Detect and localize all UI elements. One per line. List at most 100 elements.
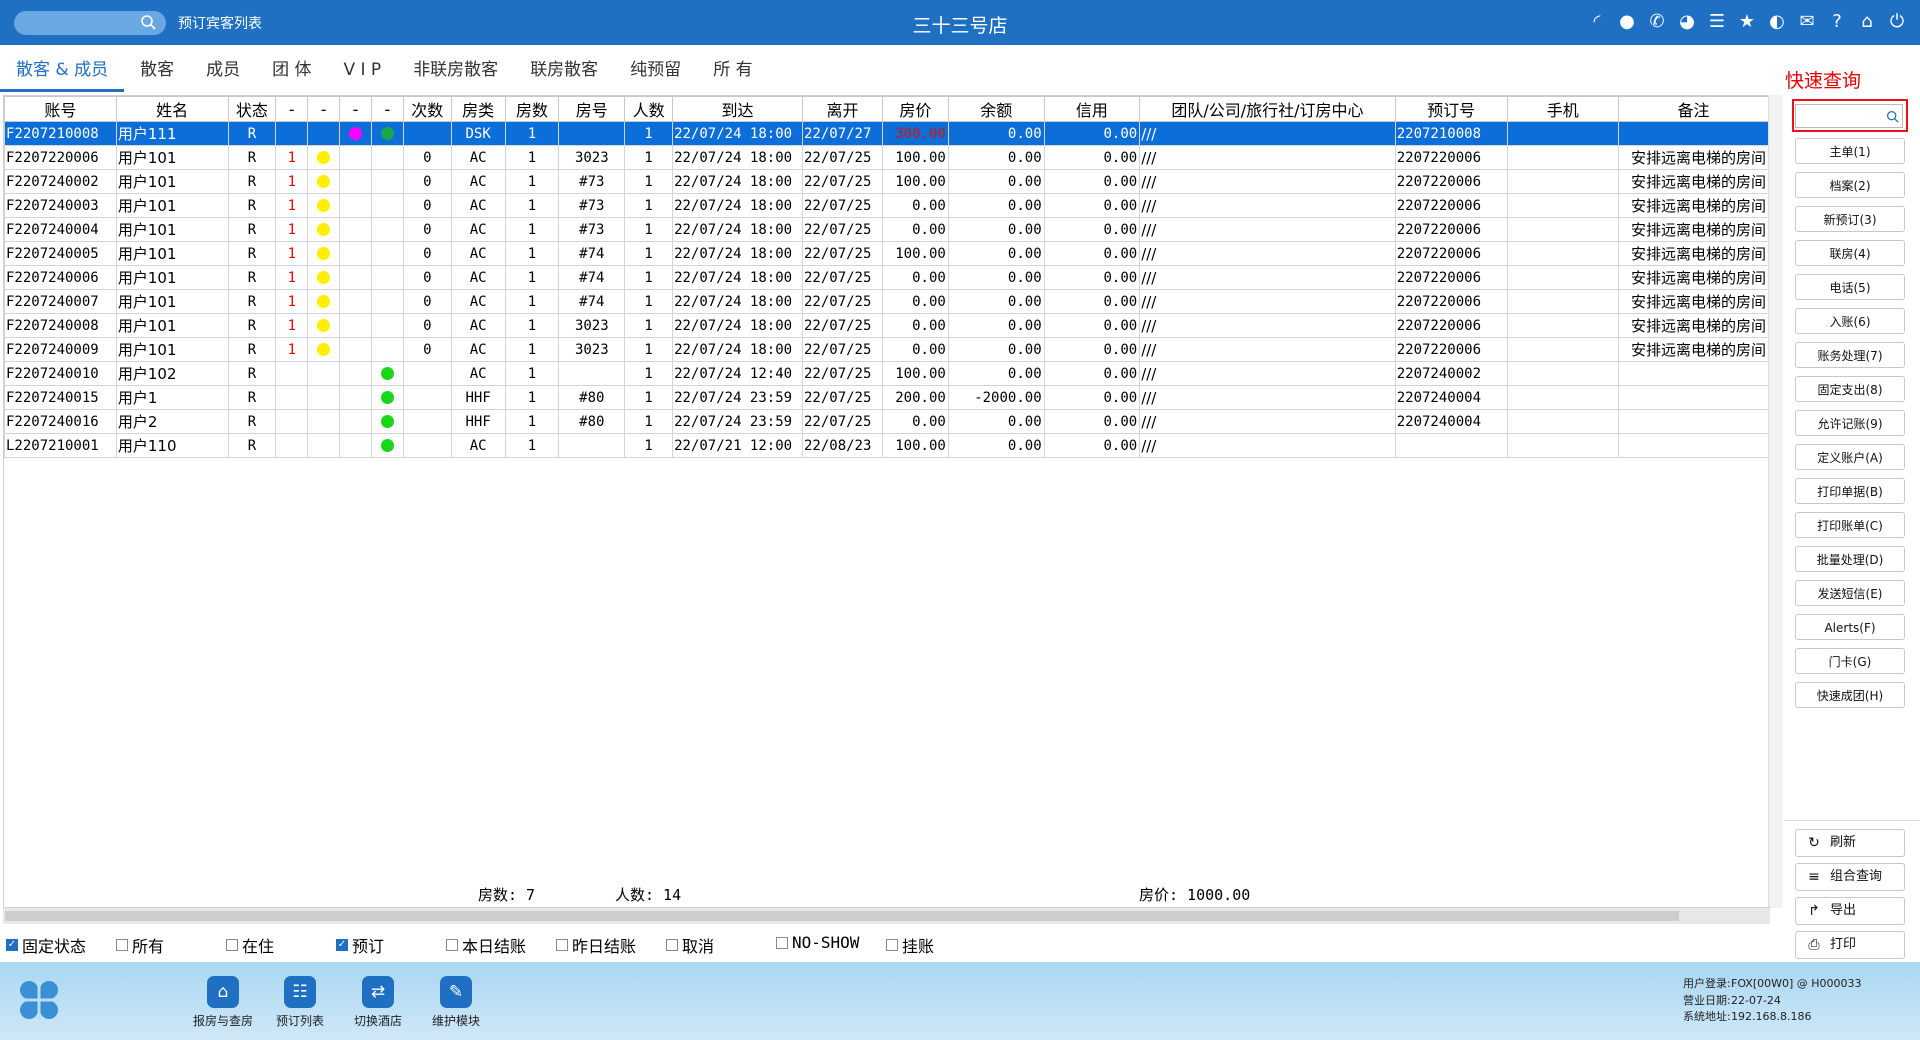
- table-row[interactable]: L2207210001 用户110 R AC 1 1 22/07/21 12:00 22/08…: [4, 433, 1769, 458]
- checkbox-icon[interactable]: ✓: [336, 939, 348, 951]
- side-button-1[interactable]: 档案(2): [1795, 172, 1905, 198]
- module-button-2[interactable]: ⇄ 切换酒店: [333, 976, 423, 1029]
- table-row[interactable]: F2207240009 用户101 R 1 0 AC 1 3023 1 22/07/24 18:0…: [4, 337, 1769, 362]
- menu-icon[interactable]: ☰: [1706, 10, 1728, 32]
- table-row[interactable]: F2207240002 用户101 R 1 0 AC 1 #73 1 22/07/24 18:00…: [4, 169, 1769, 194]
- column-header[interactable]: 状态: [227, 96, 277, 122]
- checkbox-icon[interactable]: [226, 939, 238, 951]
- tab-3[interactable]: 团 体: [256, 48, 327, 92]
- side-button-8[interactable]: 允许记账(9): [1795, 410, 1905, 436]
- column-header[interactable]: 房类: [450, 96, 506, 122]
- table-row[interactable]: F2207240016 用户2 R HHF 1 #80 1 22/07/24 23:59 22/…: [4, 409, 1769, 434]
- side-button-7[interactable]: 固定支出(8): [1795, 376, 1905, 402]
- filter-checkbox-8[interactable]: 挂账: [886, 933, 934, 957]
- checkbox-icon[interactable]: [666, 939, 678, 951]
- vertical-scrollbar[interactable]: [1768, 95, 1783, 908]
- table-row[interactable]: F2207240006 用户101 R 1 0 AC 1 #74 1 22/07/24 18:00…: [4, 265, 1769, 290]
- side-button-9[interactable]: 定义账户(A): [1795, 444, 1905, 470]
- filter-checkbox-0[interactable]: ✓ 固定状态: [6, 933, 86, 957]
- utility-button-1[interactable]: ≡ 组合查询: [1795, 863, 1905, 891]
- side-button-13[interactable]: 发送短信(E): [1795, 580, 1905, 606]
- message-icon[interactable]: ●: [1616, 10, 1638, 32]
- side-button-0[interactable]: 主单(1): [1795, 138, 1905, 164]
- filter-checkbox-2[interactable]: 在住: [226, 933, 274, 957]
- column-header[interactable]: 信用: [1043, 96, 1141, 122]
- mail-icon[interactable]: ✉: [1796, 10, 1818, 32]
- table-row[interactable]: F2207240004 用户101 R 1 0 AC 1 #73 1 22/07/24 18:00…: [4, 217, 1769, 242]
- checkbox-icon[interactable]: [556, 939, 568, 951]
- tab-0[interactable]: 散客 & 成员: [0, 48, 125, 92]
- filter-checkbox-6[interactable]: 取消: [666, 933, 714, 957]
- side-button-11[interactable]: 打印账单(C): [1795, 512, 1905, 538]
- tab-7[interactable]: 纯预留: [614, 48, 697, 92]
- column-header[interactable]: 账号: [4, 96, 117, 122]
- column-header[interactable]: -: [339, 96, 372, 122]
- column-header[interactable]: 房数: [504, 96, 560, 122]
- column-header[interactable]: 次数: [402, 96, 452, 122]
- column-header[interactable]: 到达: [672, 96, 803, 122]
- table-row[interactable]: F2207240007 用户101 R 1 0 AC 1 #74 1 22/07/24 18:00…: [4, 289, 1769, 314]
- column-header[interactable]: 备注: [1617, 96, 1769, 122]
- search-icon[interactable]: [1886, 110, 1899, 123]
- side-button-2[interactable]: 新预订(3): [1795, 206, 1905, 232]
- side-button-10[interactable]: 打印单据(B): [1795, 478, 1905, 504]
- side-button-15[interactable]: 门卡(G): [1795, 648, 1905, 674]
- side-button-16[interactable]: 快速成团(H): [1795, 682, 1905, 708]
- side-button-14[interactable]: Alerts(F): [1795, 614, 1905, 640]
- wifi-icon[interactable]: ◜: [1586, 10, 1608, 32]
- column-header[interactable]: -: [307, 96, 341, 122]
- tab-6[interactable]: 联房散客: [514, 48, 614, 92]
- scroll-thumb[interactable]: [5, 911, 1679, 921]
- column-header[interactable]: 人数: [624, 96, 674, 122]
- column-header[interactable]: 余额: [947, 96, 1045, 122]
- table-row[interactable]: F2207220006 用户101 R 1 0 AC 1 3023 1 22/07/24 18:0…: [4, 145, 1769, 170]
- filter-checkbox-5[interactable]: 昨日结账: [556, 933, 636, 957]
- checkbox-icon[interactable]: [886, 939, 898, 951]
- home-icon[interactable]: ⌂: [1856, 10, 1878, 32]
- table-row[interactable]: F2207210008 用户111 R DSK 1 1 22/07/24 18:00 22/0…: [4, 121, 1769, 146]
- column-header[interactable]: -: [370, 96, 404, 122]
- column-header[interactable]: 手机: [1506, 96, 1619, 122]
- column-header[interactable]: 姓名: [115, 96, 229, 122]
- side-button-4[interactable]: 电话(5): [1795, 274, 1905, 300]
- module-button-1[interactable]: ☷ 预订列表: [255, 976, 345, 1029]
- tab-5[interactable]: 非联房散客: [397, 48, 514, 92]
- table-row[interactable]: F2207240015 用户1 R HHF 1 #80 1 22/07/24 23:59 22/…: [4, 385, 1769, 410]
- utility-button-2[interactable]: ↱ 导出: [1795, 897, 1905, 925]
- palette-icon[interactable]: ◕: [1676, 10, 1698, 32]
- column-header[interactable]: 房号: [558, 96, 626, 122]
- star-icon[interactable]: ★: [1736, 10, 1758, 32]
- column-header[interactable]: 预订号: [1394, 96, 1508, 122]
- side-button-5[interactable]: 入账(6): [1795, 308, 1905, 334]
- side-button-6[interactable]: 账务处理(7): [1795, 342, 1905, 368]
- power-icon[interactable]: ⏻: [1886, 10, 1908, 32]
- side-button-12[interactable]: 批量处理(D): [1795, 546, 1905, 572]
- filter-checkbox-3[interactable]: ✓ 预订: [336, 933, 384, 957]
- table-row[interactable]: F2207240005 用户101 R 1 0 AC 1 #74 1 22/07/24 18:00…: [4, 241, 1769, 266]
- checkbox-icon[interactable]: [446, 939, 458, 951]
- side-button-3[interactable]: 联房(4): [1795, 240, 1905, 266]
- phone-icon[interactable]: ✆: [1646, 10, 1668, 32]
- help-icon[interactable]: ?: [1826, 10, 1848, 32]
- table-row[interactable]: F2207240008 用户101 R 1 0 AC 1 3023 1 22/07/24 18:0…: [4, 313, 1769, 338]
- filter-checkbox-7[interactable]: NO-SHOW: [776, 933, 859, 952]
- tab-1[interactable]: 散客: [124, 48, 190, 92]
- tab-2[interactable]: 成员: [190, 48, 256, 92]
- filter-checkbox-1[interactable]: 所有: [116, 933, 164, 957]
- theme-icon[interactable]: ◐: [1766, 10, 1788, 32]
- column-header[interactable]: 团队/公司/旅行社/订房中心: [1139, 96, 1396, 122]
- checkbox-icon[interactable]: ✓: [6, 939, 18, 951]
- checkbox-icon[interactable]: [116, 939, 128, 951]
- column-header[interactable]: 离开: [801, 96, 883, 122]
- tab-4[interactable]: V I P: [327, 48, 397, 92]
- module-button-3[interactable]: ✎ 维护模块: [411, 976, 501, 1029]
- utility-button-0[interactable]: ↻ 刷新: [1795, 829, 1905, 857]
- column-header[interactable]: 房价: [881, 96, 949, 122]
- checkbox-icon[interactable]: [776, 936, 788, 949]
- column-header[interactable]: -: [275, 96, 309, 122]
- table-row[interactable]: F2207240010 用户102 R AC 1 1 22/07/24 12:40 22/07…: [4, 361, 1769, 386]
- utility-button-3[interactable]: ⎙ 打印: [1795, 931, 1905, 959]
- horizontal-scrollbar[interactable]: [3, 907, 1770, 924]
- tab-8[interactable]: 所 有: [697, 48, 768, 92]
- table-row[interactable]: F2207240003 用户101 R 1 0 AC 1 #73 1 22/07/24 18:00…: [4, 193, 1769, 218]
